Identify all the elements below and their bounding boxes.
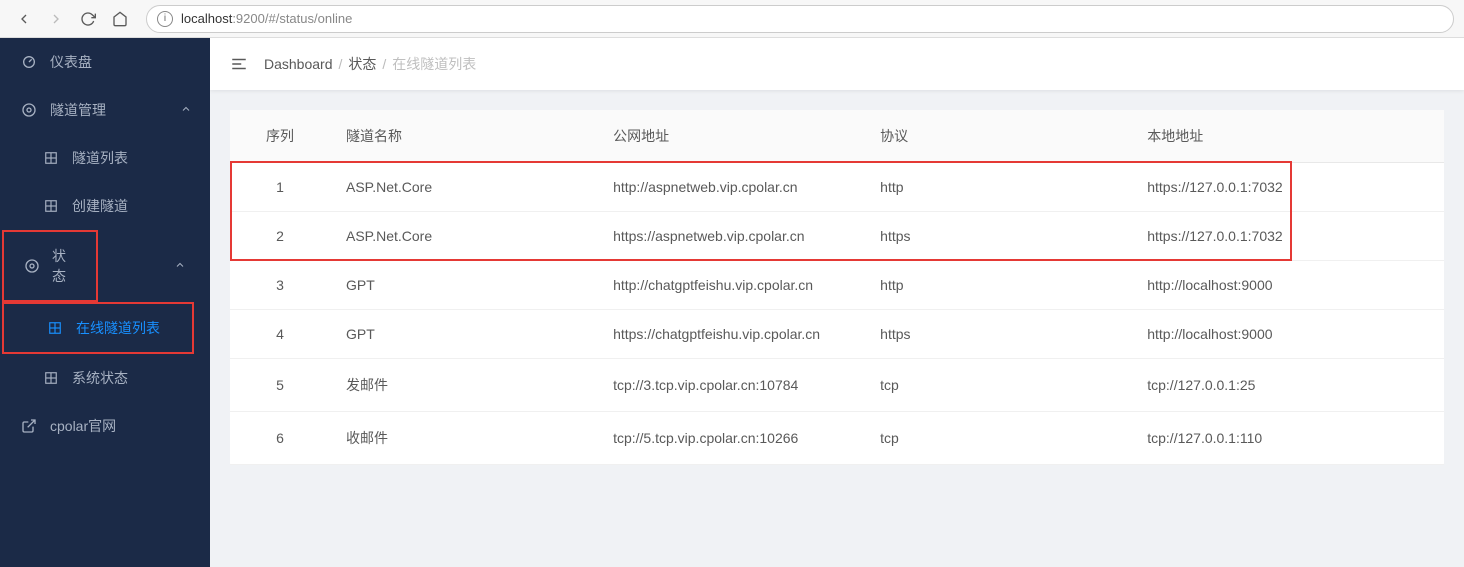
chevron-up-icon <box>174 258 186 274</box>
url-host: localhost <box>181 11 232 26</box>
sidebar-item-create-tunnel[interactable]: 创建隧道 <box>0 182 210 230</box>
sidebar-item-label: 隧道列表 <box>72 148 128 168</box>
cell-name: GPT <box>330 310 597 359</box>
sidebar-item-online-tunnels[interactable]: 在线隧道列表 <box>2 302 194 354</box>
tunnel-icon <box>20 101 38 119</box>
cell-name: ASP.Net.Core <box>330 163 597 212</box>
app-container: 仪表盘 隧道管理 隧道列表 创建隧道 状态 <box>0 38 1464 567</box>
sidebar: 仪表盘 隧道管理 隧道列表 创建隧道 状态 <box>0 38 210 567</box>
cell-proto: tcp <box>864 359 1131 412</box>
table-row[interactable]: 3GPThttp://chatgptfeishu.vip.cpolar.cnht… <box>230 261 1444 310</box>
col-proto: 协议 <box>864 110 1131 163</box>
grid-icon <box>46 319 64 337</box>
cell-local: http://localhost:9000 <box>1131 310 1444 359</box>
cell-name: GPT <box>330 261 597 310</box>
table-row[interactable]: 5发邮件tcp://3.tcp.vip.cpolar.cn:10784tcptc… <box>230 359 1444 412</box>
breadcrumb-separator: / <box>339 56 343 72</box>
cell-local: https://127.0.0.1:7032 <box>1131 212 1444 261</box>
sidebar-item-status[interactable]: 状态 <box>2 230 98 302</box>
cell-public: tcp://5.tcp.vip.cpolar.cn:10266 <box>597 412 864 465</box>
cell-proto: https <box>864 212 1131 261</box>
col-seq: 序列 <box>230 110 330 163</box>
col-local: 本地地址 <box>1131 110 1444 163</box>
url-input[interactable]: i localhost:9200/#/status/online <box>146 5 1454 33</box>
sidebar-item-label: 状态 <box>52 246 76 286</box>
cell-public: https://chatgptfeishu.vip.cpolar.cn <box>597 310 864 359</box>
sidebar-item-label: 在线隧道列表 <box>76 318 160 338</box>
cell-public: http://aspnetweb.vip.cpolar.cn <box>597 163 864 212</box>
topbar: Dashboard / 状态 / 在线隧道列表 <box>210 38 1464 90</box>
table-row[interactable]: 4GPThttps://chatgptfeishu.vip.cpolar.cnh… <box>230 310 1444 359</box>
sidebar-item-label: 隧道管理 <box>50 100 106 120</box>
breadcrumb-current: 在线隧道列表 <box>392 54 476 74</box>
cell-local: tcp://127.0.0.1:25 <box>1131 359 1444 412</box>
cell-public: http://chatgptfeishu.vip.cpolar.cn <box>597 261 864 310</box>
main-content: Dashboard / 状态 / 在线隧道列表 序列 隧道名称 公网地址 协议 <box>210 38 1464 567</box>
cell-public: tcp://3.tcp.vip.cpolar.cn:10784 <box>597 359 864 412</box>
breadcrumb-separator: / <box>382 56 386 72</box>
url-path: /#/status/online <box>265 11 352 26</box>
sidebar-item-label: 创建隧道 <box>72 196 128 216</box>
cell-name: ASP.Net.Core <box>330 212 597 261</box>
url-port: :9200 <box>232 11 265 26</box>
sidebar-item-tunnel-mgmt[interactable]: 隧道管理 <box>0 86 210 134</box>
create-icon <box>42 197 60 215</box>
sidebar-item-label: cpolar官网 <box>50 416 116 436</box>
tunnel-table: 序列 隧道名称 公网地址 协议 本地地址 1ASP.Net.Corehttp:/… <box>230 110 1444 465</box>
site-info-icon[interactable]: i <box>157 11 173 27</box>
browser-address-bar: i localhost:9200/#/status/online <box>0 0 1464 38</box>
content-area: 序列 隧道名称 公网地址 协议 本地地址 1ASP.Net.Corehttp:/… <box>210 90 1464 485</box>
cell-seq: 3 <box>230 261 330 310</box>
cell-local: https://127.0.0.1:7032 <box>1131 163 1444 212</box>
cell-proto: http <box>864 261 1131 310</box>
sidebar-item-label: 系统状态 <box>72 368 128 388</box>
list-icon <box>42 149 60 167</box>
sidebar-item-label: 仪表盘 <box>50 52 92 72</box>
cell-proto: http <box>864 163 1131 212</box>
dashboard-icon <box>20 53 38 71</box>
table-header-row: 序列 隧道名称 公网地址 协议 本地地址 <box>230 110 1444 163</box>
nav-home-button[interactable] <box>106 5 134 33</box>
breadcrumb-item[interactable]: 状态 <box>348 54 376 74</box>
breadcrumb-item[interactable]: Dashboard <box>264 56 333 72</box>
cell-seq: 2 <box>230 212 330 261</box>
tunnel-table-card: 序列 隧道名称 公网地址 协议 本地地址 1ASP.Net.Corehttp:/… <box>230 110 1444 465</box>
system-icon <box>42 369 60 387</box>
menu-toggle-button[interactable] <box>230 55 248 73</box>
sidebar-item-dashboard[interactable]: 仪表盘 <box>0 38 210 86</box>
table-row[interactable]: 6收邮件tcp://5.tcp.vip.cpolar.cn:10266tcptc… <box>230 412 1444 465</box>
table-row[interactable]: 2ASP.Net.Corehttps://aspnetweb.vip.cpola… <box>230 212 1444 261</box>
sidebar-item-cpolar-site[interactable]: cpolar官网 <box>0 402 210 450</box>
col-public: 公网地址 <box>597 110 864 163</box>
cell-local: tcp://127.0.0.1:110 <box>1131 412 1444 465</box>
cell-public: https://aspnetweb.vip.cpolar.cn <box>597 212 864 261</box>
chevron-up-icon <box>180 102 192 118</box>
cell-proto: tcp <box>864 412 1131 465</box>
breadcrumb: Dashboard / 状态 / 在线隧道列表 <box>264 54 476 74</box>
cell-local: http://localhost:9000 <box>1131 261 1444 310</box>
status-icon <box>24 257 40 275</box>
sidebar-item-system-status[interactable]: 系统状态 <box>0 354 210 402</box>
external-link-icon <box>20 417 38 435</box>
nav-reload-button[interactable] <box>74 5 102 33</box>
nav-forward-button[interactable] <box>42 5 70 33</box>
cell-seq: 1 <box>230 163 330 212</box>
cell-seq: 4 <box>230 310 330 359</box>
cell-proto: https <box>864 310 1131 359</box>
cell-seq: 5 <box>230 359 330 412</box>
cell-name: 收邮件 <box>330 412 597 465</box>
nav-back-button[interactable] <box>10 5 38 33</box>
table-row[interactable]: 1ASP.Net.Corehttp://aspnetweb.vip.cpolar… <box>230 163 1444 212</box>
cell-name: 发邮件 <box>330 359 597 412</box>
cell-seq: 6 <box>230 412 330 465</box>
sidebar-item-tunnel-list[interactable]: 隧道列表 <box>0 134 210 182</box>
col-name: 隧道名称 <box>330 110 597 163</box>
